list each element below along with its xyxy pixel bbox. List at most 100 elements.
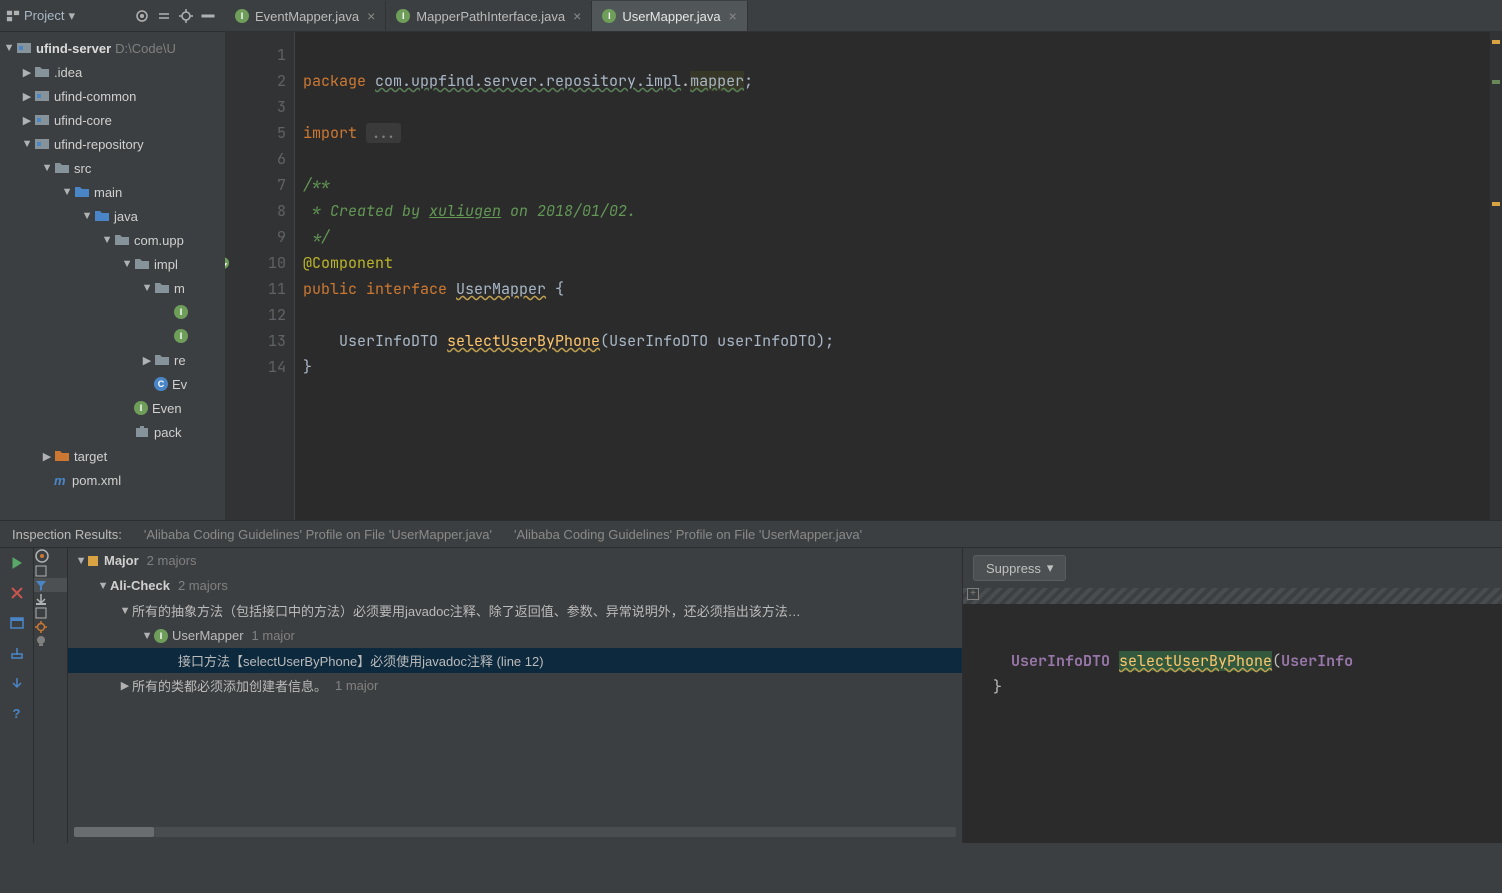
- settings-icon[interactable]: [34, 620, 67, 634]
- gutter-line[interactable]: 2: [225, 68, 286, 94]
- expand-icon[interactable]: [34, 564, 67, 578]
- filter-icon[interactable]: [34, 578, 67, 592]
- tree-item[interactable]: ▶.idea: [0, 60, 225, 84]
- package-last: mapper: [690, 71, 744, 91]
- code-area[interactable]: package com.uppfind.server.repository.im…: [295, 32, 834, 520]
- suppress-bar: Suppress ▾: [963, 548, 1502, 588]
- tree-item[interactable]: I: [0, 324, 225, 348]
- inspection-results-label: Inspection Results:: [2, 523, 132, 546]
- tree-item[interactable]: ▼impl: [0, 252, 225, 276]
- stop-icon[interactable]: [0, 578, 33, 608]
- gear-icon[interactable]: [178, 8, 194, 24]
- java-interface-icon: I: [235, 9, 249, 23]
- gutter-line[interactable]: 7: [225, 172, 286, 198]
- inspection-tabs: Inspection Results: 'Alibaba Coding Guid…: [0, 520, 1502, 548]
- project-structure-icon: [6, 9, 20, 23]
- gutter-line[interactable]: 12: [225, 302, 286, 328]
- rerun-icon[interactable]: [0, 548, 33, 578]
- tree-item[interactable]: ▼com.upp: [0, 228, 225, 252]
- usermapper-row[interactable]: ▼ I UserMapper 1 major: [68, 623, 962, 648]
- tree-item[interactable]: ▼main: [0, 180, 225, 204]
- violation-row[interactable]: 接口方法【selectUserByPhone】必须使用javadoc注释 (li…: [68, 648, 962, 673]
- help-icon[interactable]: ?: [0, 698, 33, 728]
- major-group[interactable]: ▼ Major 2 majors: [68, 548, 962, 573]
- rule-row[interactable]: ▼ 所有的抽象方法（包括接口中的方法）必须要用javadoc注释、除了返回值、参…: [68, 598, 962, 623]
- tree-item[interactable]: ▶re: [0, 348, 225, 372]
- inspection-preview: Suppress ▾ + UserInfoDTO selectUserByPho…: [962, 548, 1502, 843]
- gutter-line[interactable]: 14: [225, 354, 286, 380]
- project-tree[interactable]: ▼ ufind-server D:\Code\U ▶.idea▶ufind-co…: [0, 32, 225, 496]
- preview-code[interactable]: UserInfoDTO selectUserByPhone(UserInfo }: [963, 604, 1502, 843]
- tree-item[interactable]: ▶ufind-common: [0, 84, 225, 108]
- project-panel: Project ▾ ▼ ufind-server D:\Code\U ▶.ide…: [0, 0, 225, 520]
- preview-separator: +: [963, 588, 1502, 604]
- project-dropdown-icon[interactable]: ▾: [68, 8, 75, 24]
- inspection-profile-tab[interactable]: 'Alibaba Coding Guidelines' Profile on F…: [504, 523, 872, 546]
- collapse-icon[interactable]: [156, 8, 172, 24]
- module-icon: [16, 40, 32, 56]
- export-icon[interactable]: [0, 638, 33, 668]
- tree-item[interactable]: ▼java: [0, 204, 225, 228]
- gutter: 123567891011121314: [225, 32, 295, 520]
- project-header: Project ▾: [0, 0, 225, 32]
- editor-tabs: IEventMapper.java×IMapperPathInterface.j…: [225, 0, 1502, 32]
- import-fold[interactable]: ...: [366, 123, 401, 143]
- marker-track[interactable]: [1490, 32, 1502, 520]
- tree-item[interactable]: ▼m: [0, 276, 225, 300]
- rule-row[interactable]: ▶ 所有的类都必须添加创建者信息。 1 major: [68, 673, 962, 698]
- close-icon[interactable]: ×: [367, 8, 375, 24]
- gutter-line[interactable]: 6: [225, 146, 286, 172]
- tree-item[interactable]: ▶ufind-core: [0, 108, 225, 132]
- tree-item[interactable]: ▼ufind-repository: [0, 132, 225, 156]
- tree-item[interactable]: I: [0, 300, 225, 324]
- java-interface-icon: I: [396, 9, 410, 23]
- editor-tab[interactable]: IUserMapper.java×: [592, 1, 747, 31]
- close-icon[interactable]: ×: [573, 8, 581, 24]
- gutter-line[interactable]: 1: [225, 42, 286, 68]
- alicheck-group[interactable]: ▼ Ali-Check 2 majors: [68, 573, 962, 598]
- locate-icon[interactable]: [134, 8, 150, 24]
- hide-icon[interactable]: [200, 8, 216, 24]
- edit-icon[interactable]: [34, 606, 67, 620]
- gutter-line[interactable]: 8: [225, 198, 286, 224]
- inspection-toolbar-right: [34, 548, 68, 843]
- tree-item[interactable]: ▼src: [0, 156, 225, 180]
- project-title[interactable]: Project: [24, 8, 64, 23]
- horizontal-scrollbar[interactable]: [74, 827, 956, 837]
- tree-item[interactable]: mpom.xml: [0, 468, 225, 492]
- gutter-line[interactable]: 9: [225, 224, 286, 250]
- chevron-down-icon: ▾: [1047, 560, 1054, 576]
- inspection-tree[interactable]: ▼ Major 2 majors ▼ Ali-Check 2 majors ▼ …: [68, 548, 962, 843]
- suppress-button[interactable]: Suppress ▾: [973, 555, 1066, 581]
- keyword-import: import: [303, 123, 366, 143]
- editor-tab[interactable]: IMapperPathInterface.java×: [386, 1, 592, 31]
- inspection-body: ? ▼ Major 2 majors ▼ Ali-Check 2 majors …: [0, 548, 1502, 843]
- gutter-line[interactable]: 13: [225, 328, 286, 354]
- method-name: selectUserByPhone: [447, 331, 600, 351]
- keyword-package: package: [303, 71, 366, 91]
- tree-item[interactable]: CEv: [0, 372, 225, 396]
- layout-icon[interactable]: [0, 608, 33, 638]
- bulb-icon[interactable]: [34, 634, 67, 648]
- close-icon[interactable]: ×: [729, 8, 737, 24]
- tree-item[interactable]: ▶target: [0, 444, 225, 468]
- spring-bean-icon[interactable]: [225, 250, 243, 276]
- gutter-line[interactable]: 11: [225, 276, 286, 302]
- group-icon[interactable]: [34, 548, 67, 564]
- tree-item[interactable]: IEven: [0, 396, 225, 420]
- down-icon[interactable]: [0, 668, 33, 698]
- annotation: @Component: [303, 253, 393, 273]
- tree-root[interactable]: ▼ ufind-server D:\Code\U: [0, 36, 225, 60]
- tree-item[interactable]: pack: [0, 420, 225, 444]
- expand-fold-icon[interactable]: +: [967, 588, 979, 600]
- inspection-toolbar-left: ?: [0, 548, 34, 843]
- inspection-profile-tab[interactable]: 'Alibaba Coding Guidelines' Profile on F…: [134, 523, 502, 546]
- import-icon[interactable]: [34, 592, 67, 606]
- editor-tab[interactable]: IEventMapper.java×: [225, 1, 386, 31]
- class-name: UserMapper: [456, 279, 546, 299]
- gutter-line[interactable]: 10: [225, 250, 286, 276]
- editor-body[interactable]: 123567891011121314 package com.uppfind.s…: [225, 32, 1502, 520]
- gutter-line[interactable]: 5: [225, 120, 286, 146]
- gutter-line[interactable]: 3: [225, 94, 286, 120]
- warning-marker-icon: [88, 556, 98, 566]
